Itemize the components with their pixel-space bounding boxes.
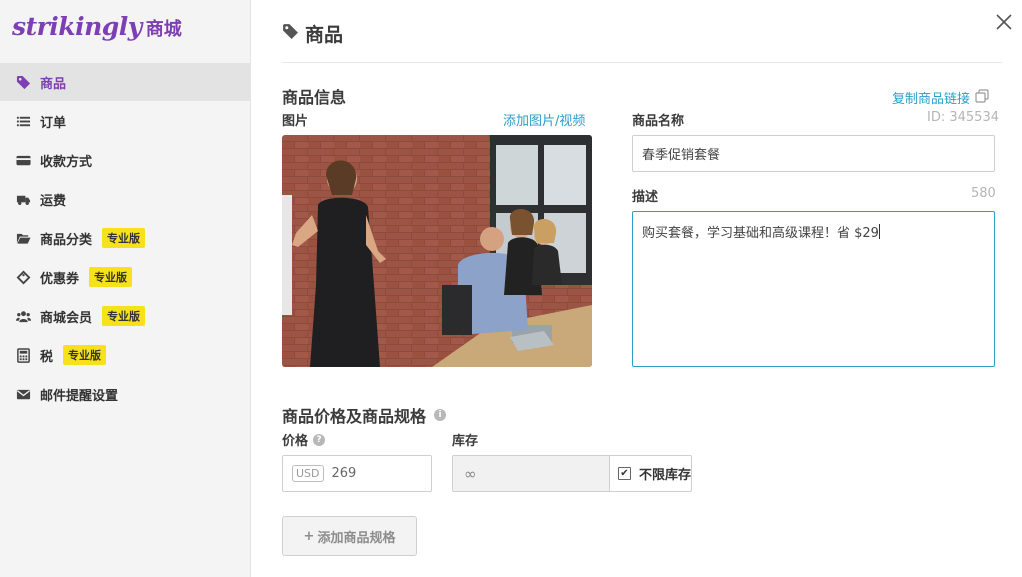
plus-icon: +: [303, 528, 315, 544]
sidebar-item-label: 商品: [40, 76, 67, 92]
unlimited-stock-checkbox[interactable]: ✔: [618, 467, 631, 480]
description-label: 描述: [632, 190, 659, 205]
product-image[interactable]: [282, 135, 592, 367]
info-icon[interactable]: i: [434, 409, 447, 421]
sidebar-item-categories[interactable]: 商品分类 专业版: [0, 219, 251, 257]
pro-badge: 专业版: [89, 267, 133, 287]
folder-icon: [15, 230, 31, 246]
stock-input[interactable]: ∞: [453, 456, 610, 491]
description-char-count: 580: [971, 186, 996, 201]
product-name-input[interactable]: 春季促销套餐: [632, 135, 995, 172]
pro-badge: 专业版: [102, 306, 146, 326]
description-textarea[interactable]: 购买套餐，学习基础和高级课程！省 $29: [632, 211, 995, 367]
add-media-link[interactable]: 添加图片/视频: [503, 110, 585, 129]
users-icon: [15, 308, 31, 324]
price-value: 269: [331, 466, 357, 481]
page-title-text: 商品: [305, 24, 344, 46]
image-label: 图片: [282, 114, 309, 129]
ticket-icon: [15, 269, 31, 285]
sidebar-item-label: 订单: [40, 115, 67, 131]
sidebar-item-email-notifications[interactable]: 邮件提醒设置: [0, 375, 251, 413]
truck-icon: [15, 191, 31, 207]
add-variant-label: 添加商品规格: [317, 530, 396, 546]
pro-badge: 专业版: [102, 228, 146, 248]
copy-link-label: 复制商品链接: [892, 92, 971, 107]
sidebar-item-products[interactable]: 商品: [0, 63, 251, 101]
page-title: 商品: [282, 20, 343, 47]
sidebar-item-label: 邮件提醒设置: [40, 388, 119, 404]
sidebar-item-shipping[interactable]: 运费: [0, 180, 251, 218]
copy-link-button[interactable]: 复制商品链接: [892, 88, 989, 107]
product-name-label: 商品名称: [632, 114, 685, 129]
pricing-title-text: 商品价格及商品规格: [282, 407, 427, 426]
text-cursor: [878, 224, 880, 239]
product-id: ID: 345534: [927, 110, 999, 125]
price-label: 价格 ?: [282, 430, 326, 449]
unlimited-stock-label: 不限库存: [639, 468, 692, 483]
tag-icon: [15, 74, 31, 90]
pricing-section-title: 商品价格及商品规格 i: [282, 403, 447, 427]
help-icon[interactable]: ?: [313, 433, 326, 446]
logo-suffix: 商城: [145, 19, 182, 40]
pro-badge: 专业版: [63, 345, 107, 365]
description-value: 购买套餐，学习基础和高级课程！省 $29: [642, 226, 879, 241]
copy-icon: [975, 88, 989, 107]
envelope-icon: [15, 386, 31, 402]
sidebar-item-payments[interactable]: 收款方式: [0, 141, 251, 179]
credit-card-icon: [15, 152, 31, 168]
sidebar-item-tax[interactable]: 税 专业版: [0, 336, 251, 374]
sidebar-item-coupons[interactable]: 优惠券 专业版: [0, 258, 251, 296]
logo-brand: strikingly: [12, 12, 142, 41]
stock-value: ∞: [464, 464, 477, 483]
stock-field: ∞ ✔ 不限库存: [452, 455, 692, 492]
close-icon[interactable]: [994, 12, 1014, 32]
unlimited-stock-toggle[interactable]: ✔ 不限库存: [610, 456, 691, 491]
sidebar-item-label: 商城会员: [40, 310, 93, 326]
price-label-text: 价格: [282, 434, 309, 449]
currency-badge: USD: [292, 465, 324, 482]
sidebar-item-label: 税: [40, 349, 54, 365]
sidebar-item-label: 商品分类: [40, 232, 93, 248]
tag-icon: [282, 23, 299, 45]
product-info-title: 商品信息: [282, 88, 347, 107]
stock-label: 库存: [452, 434, 479, 449]
sidebar-item-label: 收款方式: [40, 154, 93, 170]
header-divider: [282, 62, 1002, 63]
calculator-icon: [15, 347, 31, 363]
list-icon: [15, 113, 31, 129]
sidebar-item-label: 运费: [40, 193, 67, 209]
add-variant-button[interactable]: + 添加商品规格: [282, 516, 417, 556]
sidebar-nav: 商品 订单 收款方式 运费 商品分类 专业版 优惠券 专业版 商城会员 专业版 …: [0, 63, 251, 414]
product-name-value: 春季促销套餐: [642, 148, 721, 163]
sidebar-item-label: 优惠券: [40, 271, 80, 287]
logo[interactable]: strikingly 商城: [12, 12, 182, 46]
sidebar: strikingly 商城 商品 订单 收款方式 运费 商品分类 专业版 优惠券…: [0, 0, 251, 577]
price-input[interactable]: USD 269: [282, 455, 432, 492]
sidebar-item-members[interactable]: 商城会员 专业版: [0, 297, 251, 335]
sidebar-item-orders[interactable]: 订单: [0, 102, 251, 140]
